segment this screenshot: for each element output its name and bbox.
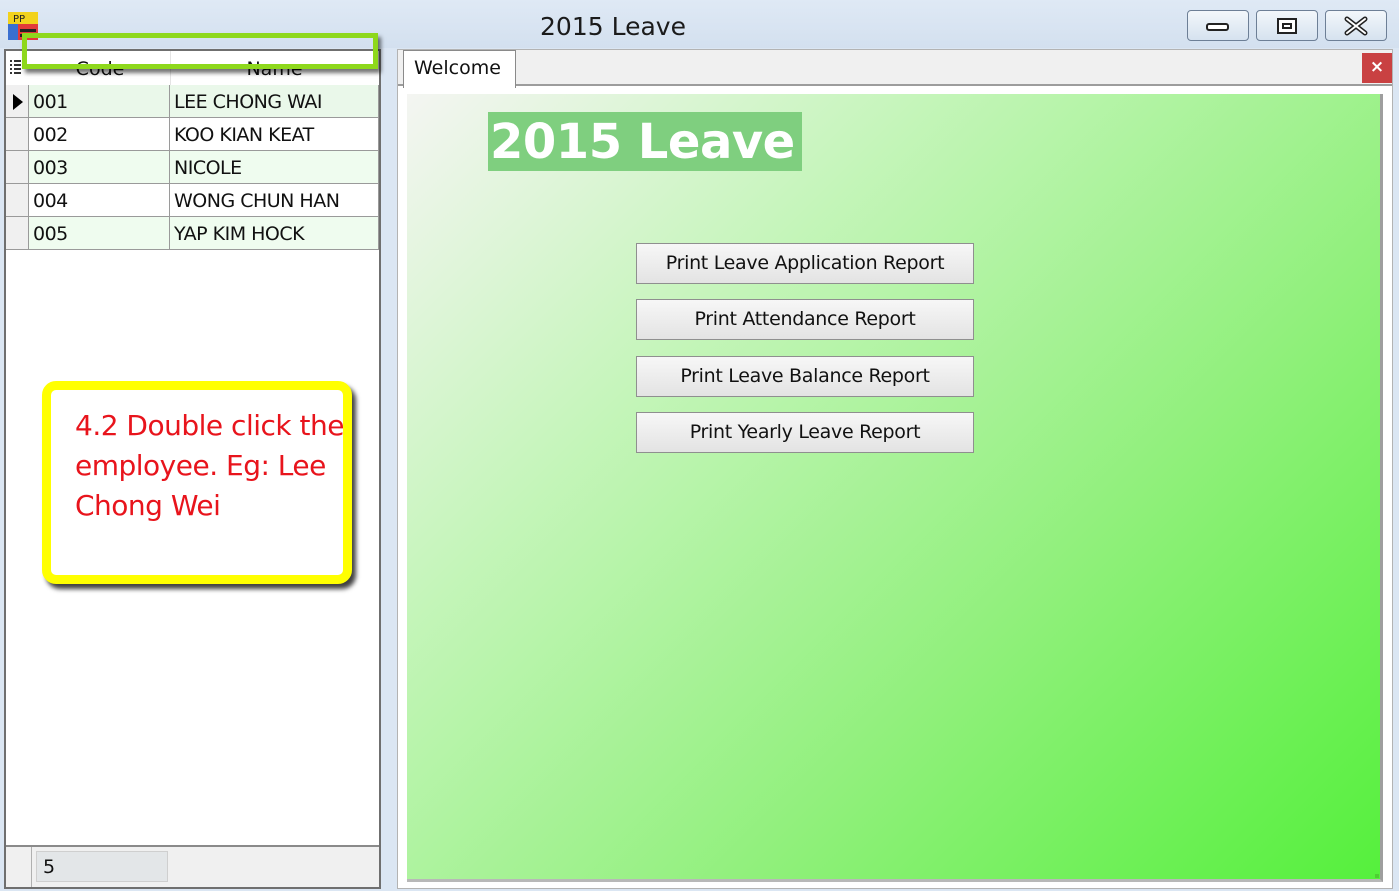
minimize-button[interactable] (1187, 10, 1249, 41)
footer-indicator (6, 847, 32, 887)
title-bar: PP 2015 Leave (0, 0, 1399, 48)
window-title: 2015 Leave (540, 12, 686, 41)
table-row[interactable]: 002 KOO KIAN KEAT (6, 118, 379, 151)
column-header-name[interactable]: Name (170, 51, 379, 85)
cell-name[interactable]: LEE CHONG WAI (170, 85, 379, 118)
grid-header: Code Name (6, 51, 379, 86)
instruction-callout: 4.2 Double click the employee. Eg: Lee C… (42, 381, 352, 584)
column-chooser-icon[interactable] (6, 51, 30, 85)
record-count: 5 (36, 851, 168, 882)
table-row[interactable]: 003 NICOLE (6, 151, 379, 184)
table-row[interactable]: 004 WONG CHUN HAN (6, 184, 379, 217)
cell-code[interactable]: 004 (29, 184, 170, 217)
resize-grip[interactable] (1375, 874, 1379, 878)
welcome-banner: 2015 Leave (488, 112, 802, 171)
cell-code[interactable]: 001 (29, 85, 170, 118)
tab-strip: Welcome × (398, 50, 1392, 88)
cell-name[interactable]: KOO KIAN KEAT (170, 118, 379, 151)
table-row[interactable]: 005 YAP KIM HOCK (6, 217, 379, 250)
grid-footer: 5 (6, 845, 379, 887)
row-indicator (6, 184, 29, 217)
cell-code[interactable]: 003 (29, 151, 170, 184)
maximize-button[interactable] (1256, 10, 1318, 41)
row-indicator (6, 118, 29, 151)
print-attendance-report-button[interactable]: Print Attendance Report (636, 299, 974, 340)
main-panel: Welcome × 2015 Leave Print Leave Applica… (397, 49, 1393, 889)
print-leave-application-report-button[interactable]: Print Leave Application Report (636, 243, 974, 284)
print-yearly-leave-report-button[interactable]: Print Yearly Leave Report (636, 412, 974, 453)
table-row[interactable]: 001 LEE CHONG WAI (6, 85, 379, 118)
cell-code[interactable]: 002 (29, 118, 170, 151)
close-tab-button[interactable]: × (1362, 53, 1392, 83)
close-icon (1344, 16, 1368, 35)
current-row-pointer-icon (13, 94, 23, 110)
close-window-button[interactable] (1325, 10, 1387, 41)
minimize-icon (1206, 22, 1229, 31)
cell-name[interactable]: WONG CHUN HAN (170, 184, 379, 217)
column-header-code[interactable]: Code (30, 51, 171, 85)
cell-code[interactable]: 005 (29, 217, 170, 250)
tab-welcome[interactable]: Welcome (403, 50, 516, 88)
row-indicator (6, 85, 29, 118)
print-leave-balance-report-button[interactable]: Print Leave Balance Report (636, 356, 974, 397)
maximize-icon (1277, 17, 1297, 34)
row-indicator (6, 217, 29, 250)
cell-name[interactable]: NICOLE (170, 151, 379, 184)
callout-text: 4.2 Double click the employee. Eg: Lee C… (75, 409, 344, 522)
welcome-content: 2015 Leave Print Leave Application Repor… (407, 94, 1383, 882)
row-indicator (6, 151, 29, 184)
cell-name[interactable]: YAP KIM HOCK (170, 217, 379, 250)
